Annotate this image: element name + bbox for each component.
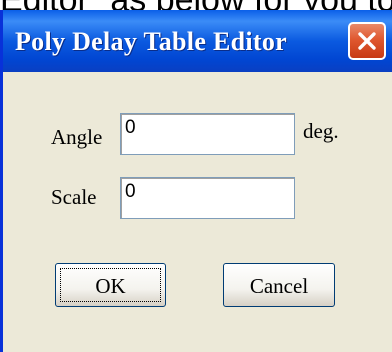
scale-label: Scale xyxy=(51,185,97,209)
ok-button-label: OK xyxy=(95,274,126,298)
cancel-button-label: Cancel xyxy=(249,274,309,298)
ok-button[interactable]: OK xyxy=(55,263,166,307)
close-icon xyxy=(358,32,376,50)
close-button[interactable] xyxy=(348,22,386,60)
angle-label: Angle xyxy=(51,125,103,149)
cancel-button[interactable]: Cancel xyxy=(223,263,335,307)
poly-delay-dialog: Poly Delay Table Editor Angle 0 deg. Sca… xyxy=(0,10,392,352)
scale-input[interactable]: 0 xyxy=(120,177,295,219)
angle-unit-label: deg. xyxy=(303,119,339,143)
window-title: Poly Delay Table Editor xyxy=(15,27,287,56)
title-bar[interactable]: Poly Delay Table Editor xyxy=(3,10,392,72)
angle-input[interactable]: 0 xyxy=(120,113,295,155)
